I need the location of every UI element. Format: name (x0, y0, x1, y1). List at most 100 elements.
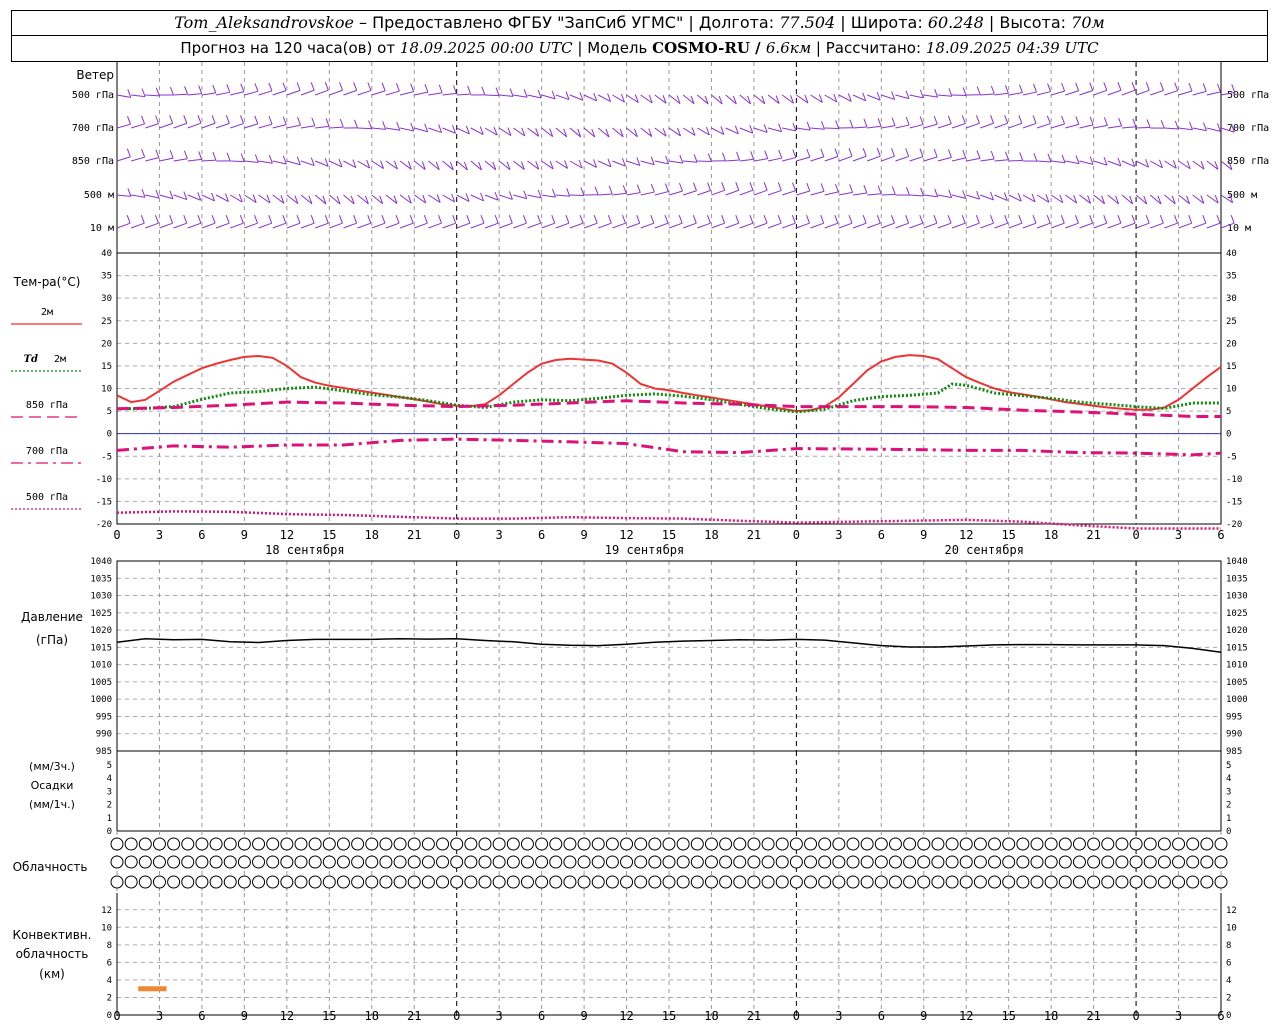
wind-barb (187, 93, 202, 96)
day-label: 20 сентября (944, 543, 1023, 557)
wind-barb-flag (240, 83, 245, 92)
wind-barb-flag (976, 86, 981, 95)
wind-barb (286, 124, 301, 129)
wind-level-label-right: 500 гПа (1227, 90, 1269, 101)
wind-barb (782, 127, 797, 132)
legend-label-t700: 700 гПа (26, 446, 68, 457)
wind-barb (498, 222, 513, 229)
wind-barb-flag (141, 189, 146, 198)
wind-barb-flag (1004, 115, 1009, 124)
wind-barb-flag (183, 150, 188, 159)
wind-barb-flag (410, 83, 415, 92)
cloud-cover-icon (676, 875, 690, 889)
cloud-cover-icon (761, 855, 775, 869)
wind-barb-flag (1230, 215, 1235, 224)
cloud-cover-icon (789, 875, 803, 889)
wind-barb-flag (212, 84, 217, 94)
wind-barb-flag (1202, 122, 1207, 131)
wind-barb-flag (1032, 115, 1037, 124)
cloud-cover-icon (634, 875, 648, 889)
wind-barb (1051, 160, 1066, 164)
cloud-cover-icon (1143, 855, 1157, 869)
wind-barb (1121, 222, 1136, 229)
wind-barb (951, 222, 966, 229)
pres-ytick-right: 1040 (1226, 557, 1248, 567)
wind-barb-flag (1061, 154, 1066, 163)
wind-level-label: 500 м (84, 190, 114, 201)
cloud-cover-icon (209, 837, 223, 851)
wind-barb (286, 89, 301, 96)
wind-barb (1036, 160, 1052, 163)
wind-barb-flag (494, 215, 499, 224)
cloud-cover-icon (747, 837, 761, 851)
wind-barb-flag (368, 120, 373, 129)
wind-barb (1036, 222, 1051, 229)
wind-barb (838, 191, 853, 196)
wind-barb-flag (990, 215, 995, 224)
wind-barb (215, 122, 230, 129)
wind-barb (725, 189, 739, 196)
wind-barb-flag (141, 149, 146, 158)
wind-barb (1192, 90, 1207, 96)
cloud-cover-icon (662, 855, 676, 869)
wind-barb-flag (707, 153, 712, 162)
cloud-cover-icon (1200, 855, 1214, 869)
wind-barb (1107, 222, 1122, 229)
wind-barb-flag (962, 149, 967, 159)
wind-barb-flag (282, 116, 287, 125)
wind-barb (244, 123, 258, 129)
wind-barb (937, 156, 952, 162)
wind-barb (881, 155, 895, 162)
temp-xtick: 9 (241, 528, 248, 542)
temp-ytick: -15 (96, 497, 112, 507)
wind-barb-flag (551, 188, 556, 198)
wind-barb-flag (650, 183, 655, 193)
cloud-cover-icon (1058, 855, 1072, 869)
legend-td-label: Td (24, 354, 38, 365)
conv-ytick: 8 (107, 941, 112, 951)
cloud-cover-icon (1016, 875, 1030, 889)
day-label: 19 сентября (605, 543, 684, 557)
prec-ytick: 4 (107, 774, 112, 784)
wind-barb (612, 192, 627, 196)
cloud-cover-icon (1129, 875, 1143, 889)
wind-barb (782, 222, 796, 229)
conv-ytick: 4 (107, 976, 112, 986)
pres-ytick: 1020 (90, 626, 112, 636)
cloud-cover-icon (322, 855, 336, 869)
cloud-cover-icon (280, 855, 294, 869)
wind-barb (640, 191, 655, 196)
cloud-cover-icon (591, 837, 605, 851)
wind-barb (1093, 89, 1107, 96)
wind-barb (881, 193, 896, 196)
wind-barb (951, 123, 966, 129)
wind-barb-flag (566, 188, 571, 197)
pres-ytick-right: 985 (1226, 747, 1242, 757)
wind-barb-flag (1019, 152, 1024, 161)
cloud-cover-icon (804, 855, 818, 869)
wind-barb-flag (580, 187, 585, 196)
conv-ytick: 0 (107, 1011, 112, 1021)
wind-barb (810, 127, 825, 130)
wind-barb-flag (226, 152, 231, 162)
wind-barb-flag (1061, 115, 1066, 125)
wind-barb (867, 125, 882, 129)
wind-barb (895, 124, 910, 129)
cloud-cover-icon (322, 875, 336, 889)
cloud-cover-icon (351, 855, 365, 869)
cloud-cover-icon (1016, 837, 1030, 851)
temp-xtick: 3 (496, 528, 503, 542)
wind-barb (357, 127, 372, 130)
cloud-cover-icon (1044, 837, 1058, 851)
wind-barb (1164, 222, 1178, 229)
wind-barb-flag (933, 115, 938, 125)
wind-barb-flag (1103, 215, 1108, 224)
wind-barb (131, 156, 145, 162)
wind-barb (1178, 222, 1192, 229)
cloud-cover-icon (690, 855, 704, 869)
cloud-cover-icon (167, 855, 181, 869)
cloud-cover-icon (237, 875, 251, 889)
wind-barb (810, 222, 824, 229)
wind-barb (357, 222, 371, 229)
cloud-cover-icon (478, 837, 492, 851)
